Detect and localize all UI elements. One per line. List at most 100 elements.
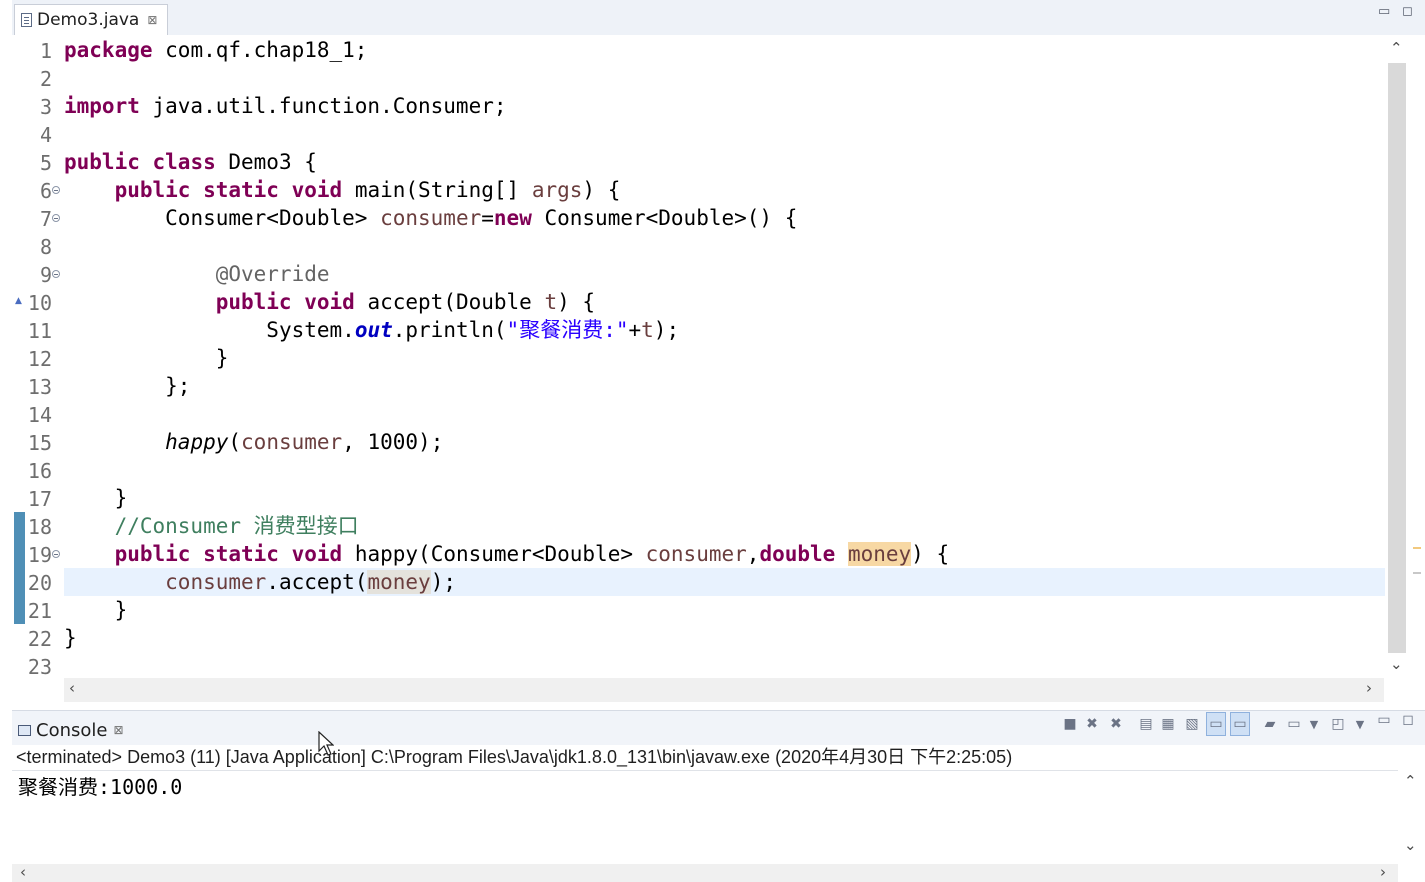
display-dropdown-icon[interactable]: ▼ <box>1304 712 1324 736</box>
fold-collapse-icon[interactable] <box>52 214 60 222</box>
open-console-icon[interactable]: ◰ <box>1328 712 1348 736</box>
code-text: System. <box>266 318 355 342</box>
scroll-right-icon[interactable]: › <box>1380 863 1386 881</box>
code-text: .println( <box>392 318 507 342</box>
annotation: @Override <box>215 262 330 286</box>
code-line-21: } <box>64 596 128 624</box>
code-text: + <box>628 318 642 342</box>
console-vertical-scrollbar[interactable]: ⌃ ⌄ <box>1398 770 1425 864</box>
code-line-11: System.out.println("聚餐消费:"+t); <box>64 316 679 344</box>
keyword: package <box>64 38 153 62</box>
scroll-down-icon[interactable]: ⌄ <box>1404 836 1417 854</box>
fold-collapse-icon[interactable] <box>52 550 60 558</box>
editor-tab-demo3[interactable]: Demo3.java ⊠ <box>14 4 169 35</box>
fold-collapse-icon[interactable] <box>52 270 60 278</box>
keyword: import <box>64 94 140 118</box>
scroll-left-icon[interactable]: ‹ <box>20 863 26 881</box>
remove-launch-icon[interactable]: ✖ <box>1082 712 1102 736</box>
variable: t <box>544 290 558 314</box>
editor-horizontal-scrollbar[interactable]: ‹ › <box>64 678 1384 702</box>
pin-console-icon[interactable]: ▰ <box>1260 712 1280 736</box>
variable: consumer <box>645 542 747 566</box>
code-line-20: consumer.accept(money); <box>64 568 456 596</box>
code-text: ) { <box>582 178 621 202</box>
line-number-ruler: 1 2 3 4 5 6 7 8 9 10 11 12 13 14 15 16 1… <box>12 35 64 679</box>
code-line-10: public void accept(Double t) { <box>64 288 595 316</box>
console-launch-status: <terminated> Demo3 (11) [Java Applicatio… <box>16 747 1013 767</box>
maximize-icon[interactable]: ◻ <box>1398 708 1418 732</box>
close-icon[interactable]: ⊠ <box>147 13 157 27</box>
keyword: double <box>759 542 836 566</box>
line-number: 20 <box>27 571 52 595</box>
code-text: main(String[] <box>342 178 532 202</box>
show-on-stdout-icon[interactable]: ▭ <box>1206 712 1226 736</box>
fold-collapse-icon[interactable] <box>52 186 60 194</box>
console-output-area[interactable]: 聚餐消费:1000.0 <box>12 770 1398 865</box>
code-text: .accept( <box>266 570 368 594</box>
word-wrap-icon[interactable]: ▧ <box>1182 712 1202 736</box>
minimize-icon[interactable]: ▭ <box>1374 708 1394 732</box>
variable-occurrence-write: money <box>847 542 912 566</box>
static-method-call: happy <box>165 430 229 454</box>
keyword: public <box>215 290 292 314</box>
maximize-icon[interactable]: ◻ <box>1402 5 1413 18</box>
scroll-up-icon[interactable]: ⌃ <box>1390 39 1403 57</box>
remove-all-terminated-icon[interactable]: ✖ <box>1106 712 1126 736</box>
scroll-left-icon[interactable]: ‹ <box>69 679 75 697</box>
keyword: new <box>493 206 532 230</box>
line-number: 22 <box>27 627 52 651</box>
code-text: Consumer<Double>() { <box>531 206 798 230</box>
code-text: Consumer<Double> <box>165 206 381 230</box>
editor-vertical-scrollbar[interactable]: ⌃ ⌄ <box>1386 37 1410 677</box>
scroll-up-icon[interactable]: ⌃ <box>1404 772 1417 790</box>
mouse-pointer-shape <box>318 731 334 756</box>
code-line-1: package com.qf.chap18_1; <box>64 36 367 64</box>
overview-ruler-mark[interactable] <box>1413 547 1421 549</box>
code-text: ); <box>430 570 456 594</box>
console-tab[interactable]: Console ⊠ <box>16 715 130 745</box>
scroll-down-icon[interactable]: ⌄ <box>1390 655 1403 673</box>
scroll-right-icon[interactable]: › <box>1366 679 1372 697</box>
line-number: 17 <box>27 487 52 511</box>
display-console-icon[interactable]: ▭ <box>1284 712 1304 736</box>
code-line-7: Consumer<Double> consumer=new Consumer<D… <box>64 204 797 232</box>
code-line-6: public static void main(String[] args) { <box>64 176 621 204</box>
close-icon[interactable]: ⊠ <box>113 723 123 737</box>
line-number: 8 <box>39 235 52 259</box>
scroll-lock-icon[interactable]: ▦ <box>1158 712 1178 736</box>
code-line-18: //Consumer 消费型接口 <box>64 512 359 540</box>
variable: args <box>531 178 583 202</box>
line-number: 9 <box>39 263 52 287</box>
code-line-17: } <box>64 484 128 512</box>
variable: consumer <box>241 430 343 454</box>
line-number: 5 <box>39 151 52 175</box>
line-number: 14 <box>27 403 52 427</box>
line-number: 6 <box>39 179 52 203</box>
clear-console-icon[interactable]: ▤ <box>1136 712 1156 736</box>
line-number: 11 <box>27 319 52 343</box>
console-horizontal-scrollbar[interactable]: ‹ › <box>12 863 1398 882</box>
code-text: ); <box>653 318 680 342</box>
overview-ruler-mark[interactable] <box>1413 572 1421 574</box>
show-on-stderr-icon[interactable]: ▭ <box>1230 712 1250 736</box>
minimize-icon[interactable]: ▭ <box>1378 5 1390 18</box>
open-console-dropdown-icon[interactable]: ▼ <box>1350 712 1370 736</box>
code-text: } <box>114 598 128 622</box>
keyword: public <box>114 178 191 202</box>
code-text: java.util.function.Consumer; <box>139 94 507 118</box>
line-number: 1 <box>39 39 52 63</box>
line-number: 23 <box>27 655 52 679</box>
code-text: }; <box>165 374 191 398</box>
line-number: 18 <box>27 515 52 539</box>
stop-icon[interactable]: ■ <box>1060 712 1080 736</box>
line-number: 19 <box>27 543 52 567</box>
console-icon <box>18 724 31 736</box>
code-line-13: }; <box>64 372 190 400</box>
code-line-5: public class Demo3 { <box>64 148 317 176</box>
override-marker-icon[interactable]: ▲ <box>15 296 22 306</box>
keyword: static <box>203 178 279 202</box>
code-text: ( <box>228 430 242 454</box>
code-text: } <box>64 626 77 650</box>
code-text: happy(Consumer<Double> <box>342 542 646 566</box>
scrollbar-thumb[interactable] <box>1388 63 1406 653</box>
